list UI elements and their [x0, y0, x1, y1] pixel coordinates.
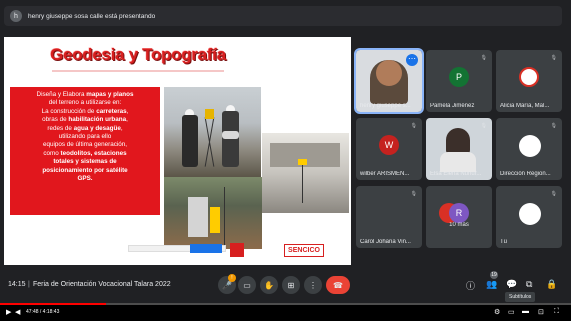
- mic-off-icon: 🎙: [550, 55, 557, 61]
- slide-text-line: utilizando para ello: [58, 133, 112, 141]
- participant-name: Tú: [500, 239, 508, 245]
- meeting-name: Feria de Orientación Vocacional Talara 2…: [33, 281, 171, 288]
- mic-off-icon: 🎙: [480, 123, 487, 129]
- mic-off-icon: 🎙: [550, 123, 557, 129]
- lock-icon[interactable]: 🔒: [546, 279, 557, 290]
- progress-fill: [0, 303, 106, 305]
- obs-logo-icon: [519, 135, 541, 157]
- avatar: W: [379, 135, 399, 155]
- site-photo: [262, 133, 349, 213]
- hand-icon: ✋: [264, 280, 274, 290]
- presenter-avatar: h: [10, 10, 22, 22]
- people-count-badge: 19: [490, 271, 498, 279]
- separator: |: [28, 281, 30, 288]
- participant-name: Elsa Elena Nunur...: [430, 171, 482, 177]
- info-icon[interactable]: ⓘ: [466, 279, 475, 292]
- presenting-text: henry giuseppe sosa calle está presentan…: [28, 12, 156, 20]
- bottom-toolbar: 14:15 | Feria de Orientación Vocacional …: [0, 270, 571, 300]
- participant-tile[interactable]: ⋯ henry giuseppe s...: [354, 48, 424, 114]
- participant-name: 10 más: [449, 222, 469, 228]
- slide-text-box: Diseña y Elabora mapas y planos del terre…: [10, 87, 160, 215]
- subtitles-tooltip: Subtítulos: [505, 292, 536, 302]
- present-button[interactable]: ⊞: [282, 276, 300, 294]
- peru-logo-icon: [230, 243, 244, 257]
- more-vert-icon: ⋮: [309, 280, 317, 290]
- participant-name: Dirección Region...: [500, 171, 551, 177]
- participant-tile[interactable]: W 🎙 wilber ARISMEN...: [356, 118, 422, 180]
- participant-tile[interactable]: 🎙 Dirección Region...: [496, 118, 562, 180]
- cast-icon[interactable]: ⊡: [538, 308, 544, 316]
- avatar: R: [449, 203, 469, 223]
- raise-hand-button[interactable]: ✋: [260, 276, 278, 294]
- participant-tile[interactable]: R 10 más: [426, 186, 492, 248]
- chat-icon[interactable]: 💬: [506, 279, 517, 290]
- activities-icon[interactable]: ⧉: [526, 279, 532, 290]
- present-icon: ⊞: [287, 280, 295, 290]
- play-icon[interactable]: ▶: [6, 308, 11, 316]
- settings-icon[interactable]: ⚙: [494, 308, 500, 316]
- slide-text-line: redes de agua y desagüe,: [47, 124, 123, 132]
- volume-icon[interactable]: ◀: [15, 308, 20, 316]
- presenting-banner: h henry giuseppe sosa calle está present…: [4, 6, 562, 26]
- phone-hangup-icon: ☎: [333, 280, 343, 290]
- slide-text-line: GPS.: [77, 175, 93, 183]
- slide-text-line: totales y sistemas de: [53, 158, 117, 166]
- profile-logo-icon: [519, 67, 539, 87]
- participant-tile[interactable]: 🎙 Carol Johana Viñ...: [356, 186, 422, 248]
- video-player-bar: ▶ ◀ 47:48 / 4:18:43 ⚙ ▭ ▬ ⊡ ⛶: [0, 303, 571, 321]
- camera-icon: ▭: [243, 280, 251, 290]
- obs-logo-icon: [519, 203, 541, 225]
- mic-off-icon: 🎙: [410, 123, 417, 129]
- participant-name: Carol Johana Viñ...: [360, 239, 411, 245]
- participant-name: Pamela Jiménez: [430, 103, 475, 109]
- slide-text-line: La construcción de carreteras,: [41, 107, 129, 115]
- slide-logos: SENCICO: [230, 240, 346, 260]
- miniplayer-icon[interactable]: ▭: [508, 308, 515, 316]
- avatar: P: [449, 67, 469, 87]
- player-time: 47:48 / 4:18:43: [26, 309, 60, 315]
- people-icon[interactable]: 👥: [486, 279, 497, 290]
- leave-call-button[interactable]: ☎: [326, 276, 350, 294]
- camera-button[interactable]: ▭: [238, 276, 256, 294]
- slide-text-line: obras de habilitación urbana,: [42, 116, 128, 124]
- mic-off-icon: 🎙: [550, 191, 557, 197]
- participant-name: henry giuseppe s...: [360, 103, 411, 109]
- participant-name: Alicia María, Mal...: [500, 103, 550, 109]
- more-icon[interactable]: ⋯: [406, 54, 418, 66]
- sencico-logo: SENCICO: [284, 243, 324, 257]
- slide-text-line: Diseña y Elabora mapas y planos: [36, 91, 134, 98]
- slide-text-line: posicionamiento por satélite: [42, 166, 128, 174]
- participant-tile[interactable]: 🎙 Alicia María, Mal...: [496, 50, 562, 112]
- warning-badge-icon: !: [228, 274, 236, 282]
- caption-button: [190, 244, 222, 253]
- participant-tile[interactable]: 🎙 Elsa Elena Nunur...: [426, 118, 492, 180]
- fullscreen-icon[interactable]: ⛶: [554, 308, 559, 316]
- participant-name: wilber ARISMEN...: [360, 171, 410, 177]
- participant-tile[interactable]: P 🎙 Pamela Jiménez: [426, 50, 492, 112]
- shared-slide: Geodesia y Topografía Diseña y Elabora m…: [4, 37, 351, 265]
- theater-icon[interactable]: ▬: [522, 308, 529, 315]
- clock: 14:15: [8, 281, 26, 288]
- mic-off-icon: 🎙: [480, 55, 487, 61]
- surveyors-photo: [164, 87, 261, 177]
- mic-off-icon: 🎙: [410, 191, 417, 197]
- meet-window: h henry giuseppe sosa calle está present…: [0, 0, 571, 321]
- slide-text-line: del terreno a utilizarse en:: [48, 99, 122, 107]
- slide-title: Geodesia y Topografía: [48, 45, 228, 72]
- slide-text-line: como teodolitos, estaciones: [43, 149, 127, 157]
- participant-tile[interactable]: 🎙 Tú: [496, 186, 562, 248]
- progress-track[interactable]: [0, 303, 571, 305]
- gps-photo: [164, 177, 262, 249]
- more-options-button[interactable]: ⋮: [304, 276, 322, 294]
- slide-text-line: equipos de última generación,: [42, 141, 127, 149]
